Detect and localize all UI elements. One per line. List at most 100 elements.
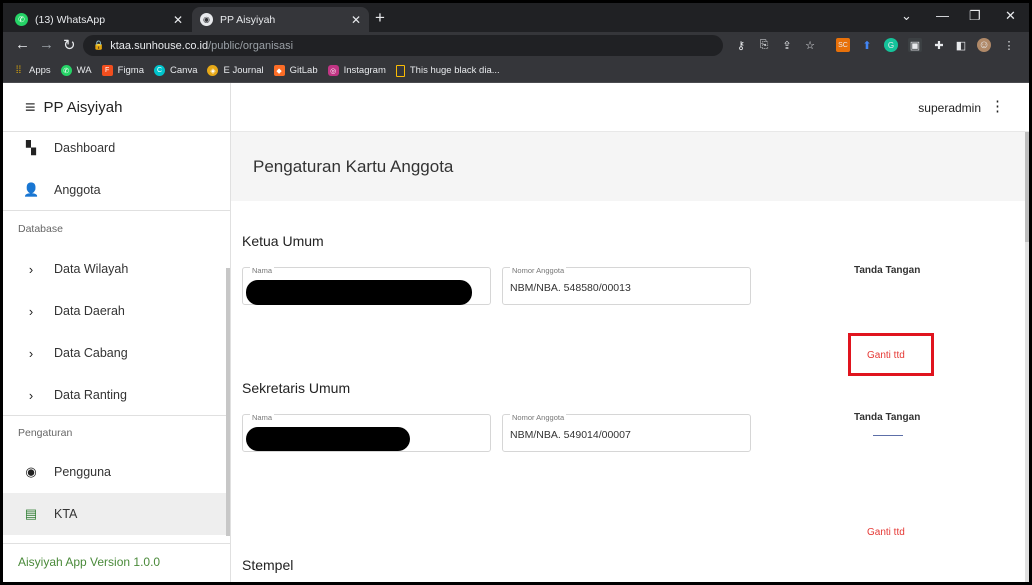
sidebar-heading-database: Database — [18, 223, 63, 235]
bookmark-apps[interactable]: ⁞⁞ Apps — [13, 65, 51, 76]
sidebar-item-label: Pengguna — [54, 465, 112, 479]
close-tab-icon[interactable]: ✕ — [351, 13, 361, 27]
chevron-right-icon: › — [28, 303, 34, 319]
minimize-button[interactable]: — — [936, 8, 949, 23]
key-icon[interactable]: ⚷ — [734, 38, 748, 52]
sidebar-item-label: Data Ranting — [54, 388, 127, 402]
bookmark-label: WA — [76, 65, 92, 76]
bookmark-canva[interactable]: C Canva — [154, 65, 197, 76]
bookmark-gitlab[interactable]: ◆ GitLab — [273, 65, 318, 76]
sidebar-item-dashboard[interactable]: ▚ Dashboard — [3, 127, 230, 169]
bookmark-instagram[interactable]: ◎ Instagram — [327, 65, 386, 76]
forward-button[interactable]: → — [39, 36, 54, 53]
bookmark-label: Apps — [29, 65, 51, 76]
bookmark-folder[interactable]: This huge black dia... — [395, 64, 500, 77]
sidebar-item-anggota[interactable]: 👤 Anggota — [3, 169, 230, 211]
section-stempel-heading: Stempel — [242, 557, 294, 573]
bookmark-figma[interactable]: F Figma — [101, 65, 144, 76]
canva-icon: C — [154, 65, 166, 76]
sidebar-item-kta[interactable]: ▤ KTA — [3, 493, 230, 535]
field-label: Nama — [250, 413, 275, 422]
browser-window: ✆ (13) WhatsApp ✕ ◉ PP Aisyiyah ✕ + ⌄ — … — [3, 3, 1029, 582]
share-icon[interactable]: ⇪ — [780, 38, 794, 52]
sidebar-item-label: Data Wilayah — [54, 262, 129, 276]
ketua-ganti-ttd-button[interactable]: Ganti ttd — [867, 350, 905, 361]
bookmark-label: GitLab — [289, 65, 318, 76]
bookmark-ejournal[interactable]: ◈ E Journal — [207, 65, 264, 76]
extension-sc-icon[interactable]: SC — [836, 38, 850, 52]
sekretaris-nama-field[interactable]: Nama — [242, 413, 491, 452]
scrollbar-thumb[interactable] — [1025, 132, 1029, 242]
sidebar-item-data-wilayah[interactable]: › Data Wilayah — [3, 248, 230, 290]
bookmark-wa[interactable]: ✆ WA — [60, 65, 92, 76]
close-window-button[interactable]: ✕ — [1005, 8, 1016, 24]
sidebar-item-data-ranting[interactable]: › Data Ranting — [3, 374, 230, 416]
sidebar-item-data-daerah[interactable]: › Data Daerah — [3, 290, 230, 332]
extension-arrow-icon[interactable]: ⬆ — [860, 38, 874, 52]
lock-icon: 🔒 — [93, 40, 105, 50]
redacted-name — [246, 427, 410, 451]
chrome-icon: ◉ — [200, 13, 213, 26]
sidebar-item-label: Dashboard — [54, 141, 116, 155]
ejournal-icon: ◈ — [207, 65, 219, 76]
sidebar-header: ≡ PP Aisyiyah — [3, 83, 230, 132]
sekretaris-ttd-label: Tanda Tangan — [854, 412, 921, 423]
bookmark-star-icon[interactable]: ☆ — [803, 38, 817, 52]
more-options-icon[interactable]: ⋮ — [990, 97, 1005, 115]
divider — [3, 543, 230, 544]
back-button[interactable]: ← — [15, 36, 30, 53]
page-scrollbar[interactable] — [1025, 132, 1029, 582]
page-title: Pengaturan Kartu Anggota — [253, 157, 454, 176]
field-label: Nomor Anggota — [510, 266, 567, 275]
tab-strip: ✆ (13) WhatsApp ✕ ◉ PP Aisyiyah ✕ + ⌄ — … — [3, 3, 1029, 32]
field-label: Nama — [250, 266, 275, 275]
dashboard-icon: ▚ — [26, 140, 36, 155]
chevron-right-icon: › — [28, 261, 34, 277]
grammarly-icon[interactable]: G — [884, 38, 898, 52]
bookmark-label: This huge black dia... — [409, 65, 500, 76]
field-label: Nomor Anggota — [510, 413, 567, 422]
bookmark-label: E Journal — [223, 65, 264, 76]
tab-pp-aisyiyah[interactable]: ◉ PP Aisyiyah ✕ — [192, 7, 369, 32]
chevron-right-icon: › — [28, 345, 34, 361]
url-host: ktaa.sunhouse.co.id — [110, 39, 209, 52]
sidebar-item-data-cabang[interactable]: › Data Cabang — [3, 332, 230, 374]
redacted-name — [246, 280, 472, 305]
sekretaris-nomor-field[interactable]: Nomor Anggota NBM/NBA. 549014/00007 — [502, 413, 751, 452]
account-circle-icon: ◉ — [25, 464, 37, 479]
sidebar-heading-pengaturan: Pengaturan — [18, 427, 73, 439]
apps-grid-icon: ⁞⁞ — [15, 65, 22, 76]
extension-box-icon[interactable]: ▣ — [908, 38, 922, 52]
user-name[interactable]: superadmin — [918, 101, 981, 115]
close-tab-icon[interactable]: ✕ — [173, 13, 183, 27]
field-value: NBM/NBA. 548580/00013 — [510, 282, 631, 294]
new-tab-button[interactable]: + — [375, 8, 385, 28]
whatsapp-icon: ✆ — [15, 13, 28, 26]
extensions-puzzle-icon[interactable]: ✚ — [932, 38, 946, 52]
divider — [3, 210, 230, 211]
bookmark-folder-icon — [395, 64, 405, 77]
sekretaris-ganti-ttd-button[interactable]: Ganti ttd — [867, 527, 905, 538]
sidebar-item-pengguna[interactable]: ◉ Pengguna — [3, 451, 230, 493]
address-bar[interactable]: 🔒 ktaa.sunhouse.co.id/public/organisasi — [83, 35, 723, 56]
chrome-menu-icon[interactable]: ⋮ — [1002, 38, 1016, 52]
url-path: /public/organisasi — [208, 39, 294, 52]
sidebar-item-label: KTA — [54, 507, 78, 521]
sidebar-item-label: Data Cabang — [54, 346, 128, 360]
profile-avatar-icon[interactable]: ☺ — [977, 38, 991, 52]
tab-title: (13) WhatsApp — [35, 13, 106, 26]
signature-image — [873, 435, 903, 436]
ketua-ttd-label: Tanda Tangan — [854, 265, 921, 276]
tab-whatsapp[interactable]: ✆ (13) WhatsApp ✕ — [7, 7, 191, 32]
ketua-nama-field[interactable]: Nama — [242, 266, 491, 305]
translate-icon[interactable]: ⎘ — [757, 38, 771, 52]
bookmark-label: Canva — [170, 65, 198, 76]
reload-button[interactable]: ↻ — [63, 36, 76, 54]
side-panel-icon[interactable]: ◧ — [954, 38, 968, 52]
menu-icon[interactable]: ≡ — [25, 97, 36, 118]
tab-search-icon[interactable]: ⌄ — [901, 8, 912, 24]
restore-button[interactable]: ❐ — [969, 8, 981, 24]
ketua-nomor-field[interactable]: Nomor Anggota NBM/NBA. 548580/00013 — [502, 266, 751, 305]
instagram-icon: ◎ — [327, 65, 339, 76]
sidebar-scrollbar[interactable] — [226, 268, 230, 536]
